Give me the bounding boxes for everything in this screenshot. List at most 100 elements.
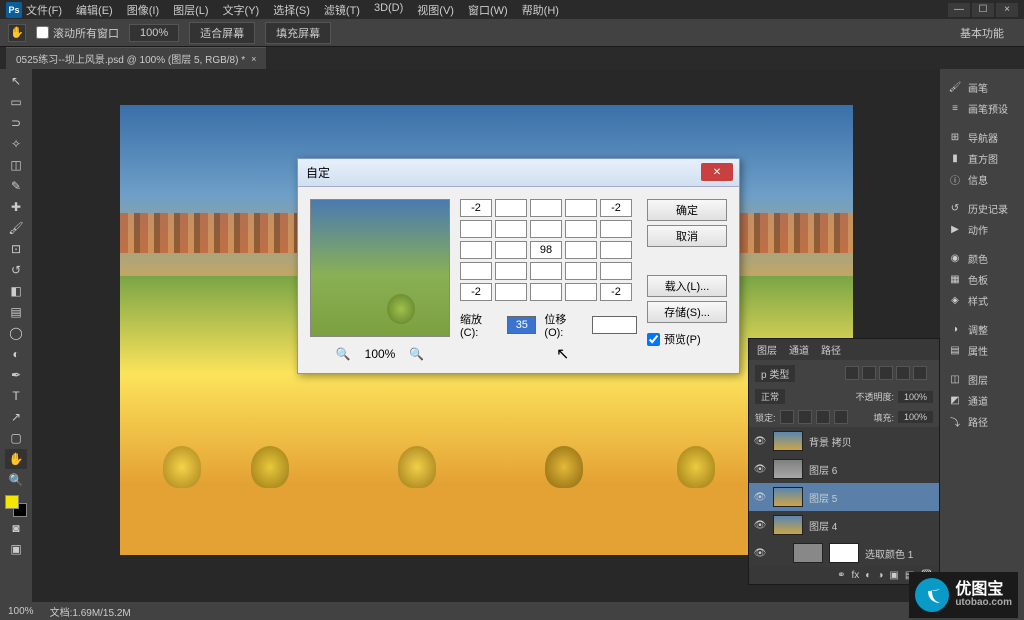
filter-icon[interactable] xyxy=(845,366,859,380)
matrix-cell[interactable]: -2 xyxy=(460,199,492,217)
matrix-cell[interactable] xyxy=(565,199,597,217)
menu-select[interactable]: 选择(S) xyxy=(273,2,310,18)
workspace-switcher[interactable]: 基本功能 xyxy=(960,25,1016,41)
fx-icon[interactable]: fx xyxy=(852,570,860,581)
blend-mode[interactable]: 正常 xyxy=(755,389,785,404)
menu-filter[interactable]: 滤镜(T) xyxy=(324,2,360,18)
matrix-cell[interactable] xyxy=(600,241,632,259)
matrix-cell[interactable] xyxy=(460,241,492,259)
mask-icon[interactable]: ◐ xyxy=(865,570,871,581)
rail-properties[interactable]: ▤属性 xyxy=(940,340,1024,361)
rail-layers[interactable]: ◫图层 xyxy=(940,369,1024,390)
matrix-cell[interactable] xyxy=(495,262,527,280)
rail-brush-presets[interactable]: ≡画笔预设 xyxy=(940,98,1024,119)
status-zoom[interactable]: 100% xyxy=(8,606,34,617)
adjustment-icon[interactable]: ◑ xyxy=(877,570,883,581)
zoom-tool[interactable]: 🔍 xyxy=(5,470,27,490)
foreground-swatch[interactable] xyxy=(5,495,19,509)
layer-item[interactable]: 👁 图层 4 xyxy=(749,511,939,539)
matrix-cell[interactable] xyxy=(600,220,632,238)
rail-navigator[interactable]: ⊞导航器 xyxy=(940,127,1024,148)
color-swatches[interactable] xyxy=(5,495,27,517)
eraser-tool[interactable]: ◧ xyxy=(5,281,27,301)
menu-image[interactable]: 图像(I) xyxy=(127,2,159,18)
close-tab-icon[interactable]: × xyxy=(251,54,256,64)
lock-icon[interactable] xyxy=(798,410,812,424)
window-close[interactable]: × xyxy=(996,3,1018,17)
menu-view[interactable]: 视图(V) xyxy=(417,2,454,18)
menu-window[interactable]: 窗口(W) xyxy=(468,2,508,18)
dialog-close-button[interactable]: ✕ xyxy=(701,163,733,181)
offset-input[interactable] xyxy=(592,316,637,334)
matrix-cell[interactable] xyxy=(565,241,597,259)
menu-3d[interactable]: 3D(D) xyxy=(374,2,403,18)
filter-icon[interactable] xyxy=(913,366,927,380)
matrix-cell[interactable] xyxy=(565,283,597,301)
group-icon[interactable]: ▣ xyxy=(889,570,898,581)
matrix-cell[interactable]: -2 xyxy=(600,199,632,217)
status-docsize[interactable]: 文档:1.69M/15.2M xyxy=(50,604,131,619)
rail-info[interactable]: ⓘ信息 xyxy=(940,169,1024,190)
preview-checkbox[interactable]: 预览(P) xyxy=(647,331,727,347)
matrix-cell[interactable] xyxy=(600,262,632,280)
healing-tool[interactable]: ✚ xyxy=(5,197,27,217)
quick-mask-tool[interactable]: ◙ xyxy=(5,518,27,538)
load-button[interactable]: 载入(L)... xyxy=(647,275,727,297)
layer-item[interactable]: 👁 背景 拷贝 xyxy=(749,427,939,455)
rail-adjustments[interactable]: ◑调整 xyxy=(940,319,1024,340)
zoom-field[interactable]: 100% xyxy=(129,24,179,42)
link-layers-icon[interactable]: ⚭ xyxy=(837,570,845,581)
blur-tool[interactable]: ◯ xyxy=(5,323,27,343)
tab-channels[interactable]: 通道 xyxy=(789,342,809,357)
dodge-tool[interactable]: ◐ xyxy=(5,344,27,364)
type-tool[interactable]: T xyxy=(5,386,27,406)
cancel-button[interactable]: 取消 xyxy=(647,225,727,247)
matrix-cell[interactable]: 98 xyxy=(530,241,562,259)
matrix-cell[interactable] xyxy=(565,220,597,238)
marquee-tool[interactable]: ▭ xyxy=(5,92,27,112)
filter-icon[interactable] xyxy=(879,366,893,380)
move-tool[interactable]: ↖ xyxy=(5,71,27,91)
tab-layers[interactable]: 图层 xyxy=(757,342,777,357)
lock-icon[interactable] xyxy=(834,410,848,424)
matrix-cell[interactable] xyxy=(495,220,527,238)
wand-tool[interactable]: ✧ xyxy=(5,134,27,154)
matrix-cell[interactable] xyxy=(530,283,562,301)
rail-styles[interactable]: ◈样式 xyxy=(940,290,1024,311)
pen-tool[interactable]: ✒ xyxy=(5,365,27,385)
matrix-cell[interactable] xyxy=(495,241,527,259)
tab-paths[interactable]: 路径 xyxy=(821,342,841,357)
menu-layer[interactable]: 图层(L) xyxy=(173,2,208,18)
matrix-cell[interactable] xyxy=(495,283,527,301)
visibility-toggle[interactable]: 👁 xyxy=(753,464,767,475)
matrix-cell[interactable]: -2 xyxy=(460,283,492,301)
eyedropper-tool[interactable]: ✎ xyxy=(5,176,27,196)
matrix-cell[interactable]: -2 xyxy=(600,283,632,301)
lock-icon[interactable] xyxy=(780,410,794,424)
window-maximize[interactable]: ☐ xyxy=(972,3,994,17)
path-tool[interactable]: ↗ xyxy=(5,407,27,427)
fit-screen-button[interactable]: 适合屏幕 xyxy=(189,22,255,44)
gradient-tool[interactable]: ▤ xyxy=(5,302,27,322)
scroll-all-check[interactable] xyxy=(36,26,49,39)
rail-color[interactable]: ◉颜色 xyxy=(940,248,1024,269)
brush-tool[interactable]: 🖌 xyxy=(5,218,27,238)
rail-histogram[interactable]: ▮直方图 xyxy=(940,148,1024,169)
preview-check[interactable] xyxy=(647,333,660,346)
menu-file[interactable]: 文件(F) xyxy=(26,2,62,18)
lock-icon[interactable] xyxy=(816,410,830,424)
matrix-cell[interactable] xyxy=(530,262,562,280)
layer-item[interactable]: 👁 图层 6 xyxy=(749,455,939,483)
rail-paths[interactable]: ⤵路径 xyxy=(940,411,1024,432)
matrix-cell[interactable] xyxy=(495,199,527,217)
layer-kind-filter[interactable]: p 类型 xyxy=(755,365,795,382)
visibility-toggle[interactable]: 👁 xyxy=(753,548,767,559)
rail-actions[interactable]: ▶动作 xyxy=(940,219,1024,240)
layer-item[interactable]: 👁 选取颜色 1 xyxy=(749,539,939,567)
rail-channels[interactable]: ◩通道 xyxy=(940,390,1024,411)
matrix-cell[interactable] xyxy=(460,220,492,238)
lasso-tool[interactable]: ⊃ xyxy=(5,113,27,133)
matrix-cell[interactable] xyxy=(460,262,492,280)
preview-image[interactable] xyxy=(310,199,450,337)
screen-mode-tool[interactable]: ▣ xyxy=(5,539,27,559)
